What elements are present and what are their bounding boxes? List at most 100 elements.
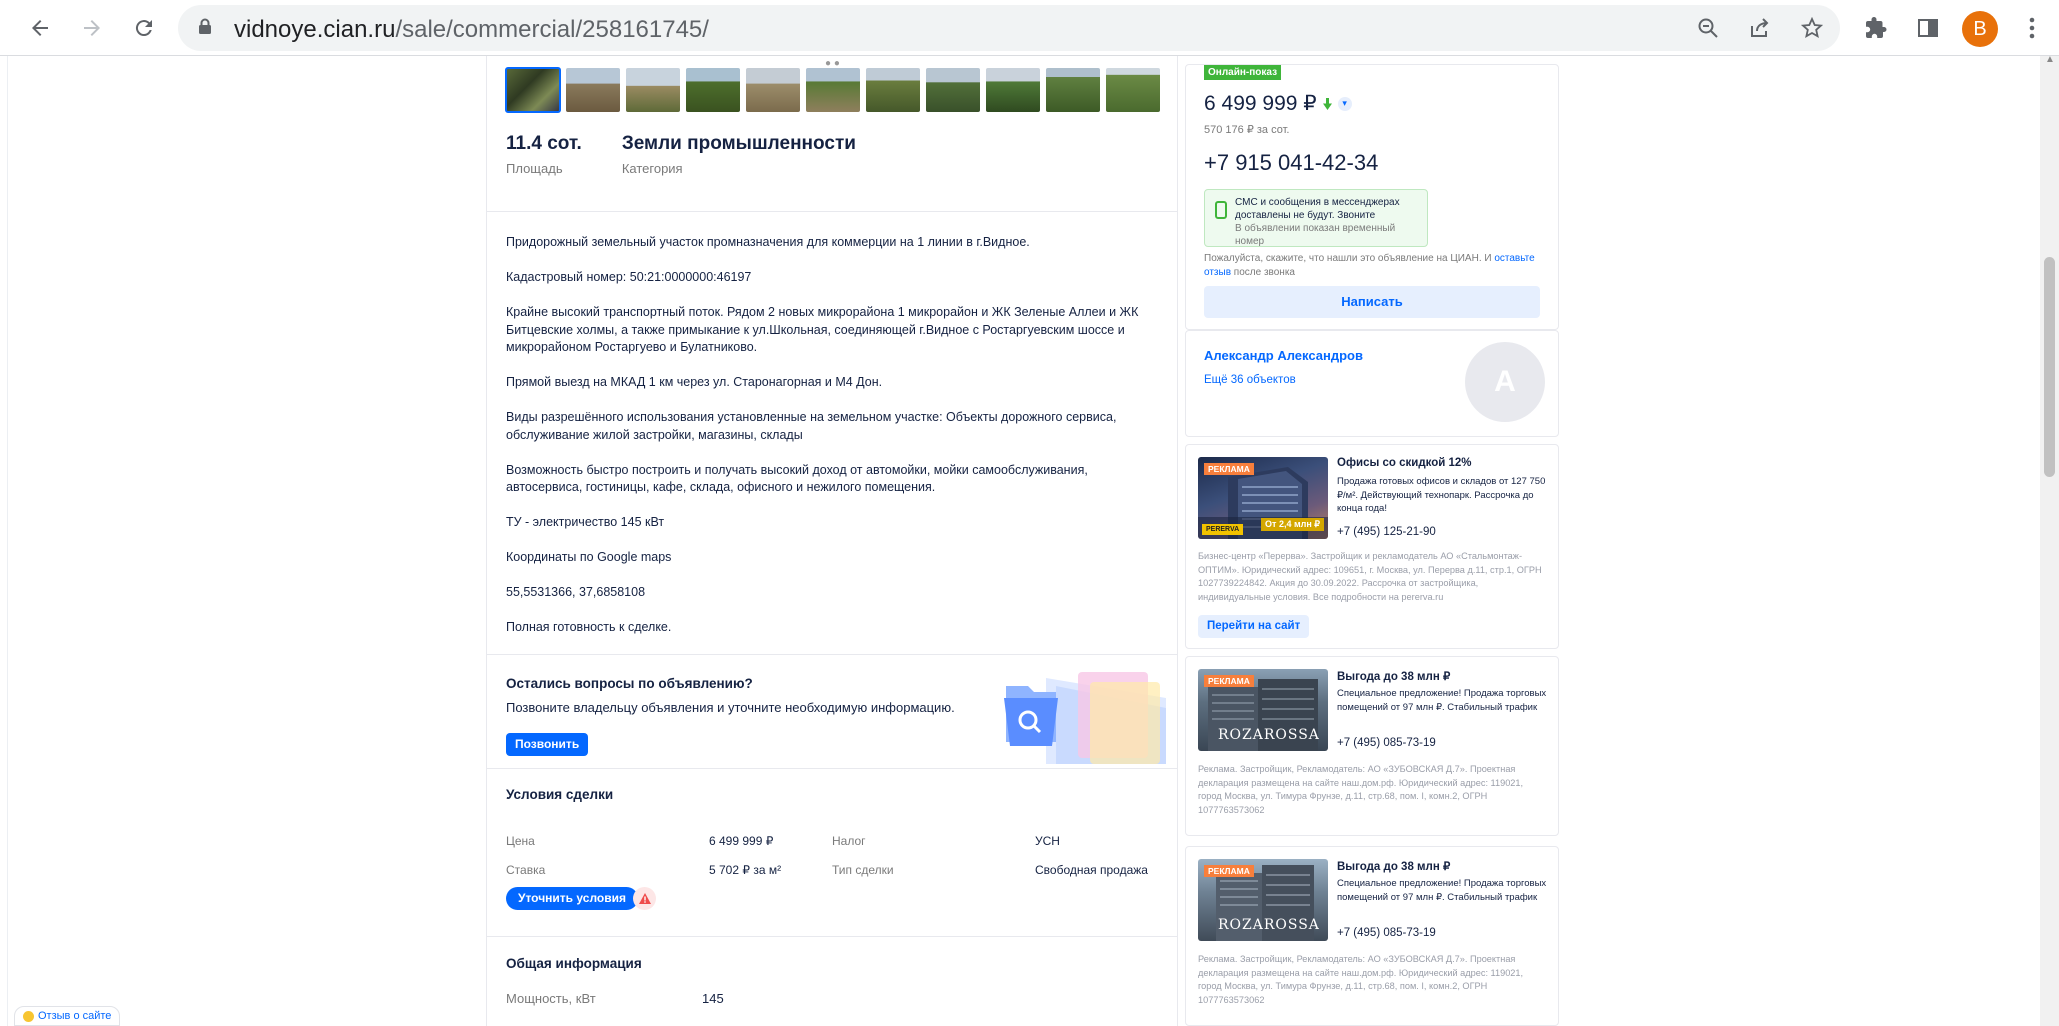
call-button[interactable]: Позвонить: [506, 733, 589, 756]
ad-image[interactable]: РЕКЛАМА ROZAROSSA: [1198, 669, 1328, 751]
seller-phone[interactable]: +7 915 041-42-34: [1204, 150, 1378, 176]
gallery-thumb-6[interactable]: [806, 68, 860, 112]
gallery-thumb-7[interactable]: [866, 68, 920, 112]
deal-rate-label: Ставка: [506, 863, 546, 877]
description-paragraph: Виды разрешённого использования установл…: [506, 410, 1117, 442]
deal-type-label: Тип сделки: [832, 863, 894, 877]
deal-rate-value: 5 702 ₽ за м²: [709, 863, 782, 877]
write-message-button[interactable]: Написать: [1204, 286, 1540, 318]
ad-title[interactable]: Офисы со скидкой 12%: [1337, 457, 1552, 469]
general-row: Мощность, кВт 145: [506, 991, 806, 1006]
listing-facts: 11.4 сот. Площадь Земли промышленности К…: [506, 133, 856, 176]
ad-image[interactable]: РЕКЛАМА PERERVA От 2,4 млн ₽: [1198, 457, 1328, 539]
url-host: vidnoye.cian.ru: [234, 16, 396, 43]
power-label: Мощность, кВт: [506, 991, 596, 1006]
gallery-thumb-11[interactable]: [1106, 68, 1160, 112]
address-bar[interactable]: vidnoye.cian.ru/sale/commercial/25816174…: [178, 5, 1840, 51]
ad-price-badge: От 2,4 млн ₽: [1261, 518, 1324, 531]
ad-phone[interactable]: +7 (495) 085-73-19: [1337, 927, 1436, 939]
agent-name[interactable]: Александр Александров: [1204, 348, 1363, 363]
ad-text: Специальное предложение! Продажа торговы…: [1337, 878, 1547, 903]
description-paragraph: Прямой выезд на МКАД 1 км через ул. Стар…: [506, 375, 883, 389]
folder-search-illustration: [1004, 672, 1166, 764]
forward-arrow-icon[interactable]: [76, 12, 108, 44]
description-paragraph: ТУ - электричество 145 кВт: [506, 515, 665, 529]
description-paragraph: 55,5531366, 37,6858108: [506, 585, 646, 599]
ad-brand-logo: PERERVA: [1202, 524, 1244, 535]
gallery-thumb-5[interactable]: [746, 68, 800, 112]
deal-conditions: Условия сделки Цена Ставка 6 499 999 ₽ 5…: [506, 787, 1166, 910]
ad-card[interactable]: РЕКЛАМА PERERVA От 2,4 млн ₽ Офисы со ск…: [1185, 444, 1559, 649]
gallery-thumb-2[interactable]: [566, 68, 620, 112]
side-panel-icon[interactable]: [1912, 12, 1944, 44]
kebab-menu-icon[interactable]: [2016, 12, 2048, 44]
extensions-icon[interactable]: [1860, 12, 1892, 44]
ad-card[interactable]: РЕКЛАМА ROZAROSSA Выгода до 38 млн ₽ Спе…: [1185, 846, 1559, 1026]
gallery-thumb-10[interactable]: [1046, 68, 1100, 112]
ad-tag: РЕКЛАМА: [1204, 675, 1254, 687]
feedback-after: после звонка: [1231, 266, 1295, 278]
scrollbar[interactable]: ▲: [2040, 56, 2059, 1026]
general-title: Общая информация: [506, 956, 642, 971]
chevron-down-icon[interactable]: ▾: [1337, 96, 1352, 111]
power-value: 145: [702, 991, 724, 1006]
ad-phone[interactable]: +7 (495) 085-73-19: [1337, 737, 1436, 749]
sms-notice: СМС и сообщения в мессенджерах доставлен…: [1204, 189, 1428, 247]
ad-tag: РЕКЛАМА: [1204, 865, 1254, 877]
clarify-terms-button[interactable]: Уточнить условия: [506, 887, 638, 910]
star-icon[interactable]: [1798, 14, 1826, 42]
deal-tax-label: Налог: [832, 834, 866, 848]
profile-avatar[interactable]: B: [1962, 11, 1998, 47]
price-row: 6 499 999 ₽ ▾: [1204, 91, 1352, 116]
deal-price-label: Цена: [506, 834, 535, 848]
ad-legal: Реклама. Застройщик, Рекламодатель: АО «…: [1198, 764, 1524, 815]
ad-phone[interactable]: +7 (495) 125-21-90: [1337, 526, 1436, 538]
page-viewport: ● ● 11.4 сот. Площадь Земли промышленнос…: [0, 56, 2059, 1026]
gallery-thumbnails: [505, 67, 1160, 113]
gallery-thumb-9[interactable]: [986, 68, 1040, 112]
warning-icon[interactable]: [633, 887, 656, 910]
url-path: /sale/commercial/258161745/: [395, 16, 709, 43]
agent-card: Александр Александров Ещё 36 объектов А: [1185, 330, 1559, 437]
description-paragraph: Крайне высокий транспортный поток. Рядом…: [506, 305, 1139, 354]
general-info: Общая информация Мощность, кВт 145: [506, 956, 1166, 1006]
gallery-thumb-8[interactable]: [926, 68, 980, 112]
ad-card[interactable]: РЕКЛАМА ROZAROSSA Выгода до 38 млн ₽ Спе…: [1185, 656, 1559, 836]
gallery-thumb-1[interactable]: [505, 67, 561, 113]
price-down-icon: [1322, 97, 1332, 110]
scroll-thumb[interactable]: [2044, 257, 2055, 477]
divider: [487, 211, 1177, 212]
page-left-edge: [0, 56, 8, 1026]
sms-notice-text: СМС и сообщения в мессенджерах доставлен…: [1235, 196, 1425, 248]
deal-col-2-labels: Налог Тип сделки: [832, 827, 894, 885]
share-icon[interactable]: [1746, 14, 1774, 42]
deal-price-value: 6 499 999 ₽: [709, 834, 774, 848]
deal-title: Условия сделки: [506, 787, 614, 802]
back-arrow-icon[interactable]: [24, 12, 56, 44]
ad-brand-logo: ROZAROSSA: [1218, 917, 1320, 933]
gallery-thumb-4[interactable]: [686, 68, 740, 112]
site-feedback-button[interactable]: Отзыв о сайте: [14, 1006, 121, 1026]
browser-toolbar: vidnoye.cian.ru/sale/commercial/25816174…: [0, 0, 2059, 56]
agent-avatar[interactable]: А: [1465, 342, 1545, 422]
ad-image[interactable]: РЕКЛАМА ROZAROSSA: [1198, 859, 1328, 941]
ad-tag: РЕКЛАМА: [1204, 463, 1254, 475]
questions-banner: Остались вопросы по объявлению? Позвонит…: [506, 672, 1166, 764]
zoom-out-icon[interactable]: [1694, 14, 1722, 42]
price-per-sot: 570 176 ₽ за сот.: [1204, 124, 1290, 136]
url-text[interactable]: vidnoye.cian.ru/sale/commercial/25816174…: [234, 16, 709, 44]
gallery-thumb-3[interactable]: [626, 68, 680, 112]
ad-legal: Бизнес-центр «Перерва». Застройщик и рек…: [1198, 551, 1542, 602]
scroll-up-icon[interactable]: ▲: [2045, 56, 2055, 65]
fact-category-label: Категория: [621, 161, 683, 176]
description-paragraph: Возможность быстро построить и получать …: [506, 462, 1088, 495]
agent-more-link[interactable]: Ещё 36 объектов: [1204, 374, 1296, 386]
ad-title[interactable]: Выгода до 38 млн ₽: [1337, 859, 1552, 873]
ad-visit-site-button[interactable]: Перейти на сайт: [1198, 615, 1310, 638]
ad-brand-logo: ROZAROSSA: [1218, 727, 1320, 743]
sidebar: Онлайн-показ 6 499 999 ₽ ▾ 570 176 ₽ за …: [1185, 56, 1559, 1026]
ad-title[interactable]: Выгода до 38 млн ₽: [1337, 669, 1552, 683]
fact-area-value: 11.4 сот.: [506, 133, 582, 154]
sms-notice-main: СМС и сообщения в мессенджерах доставлен…: [1235, 197, 1400, 221]
reload-icon[interactable]: [128, 12, 160, 44]
